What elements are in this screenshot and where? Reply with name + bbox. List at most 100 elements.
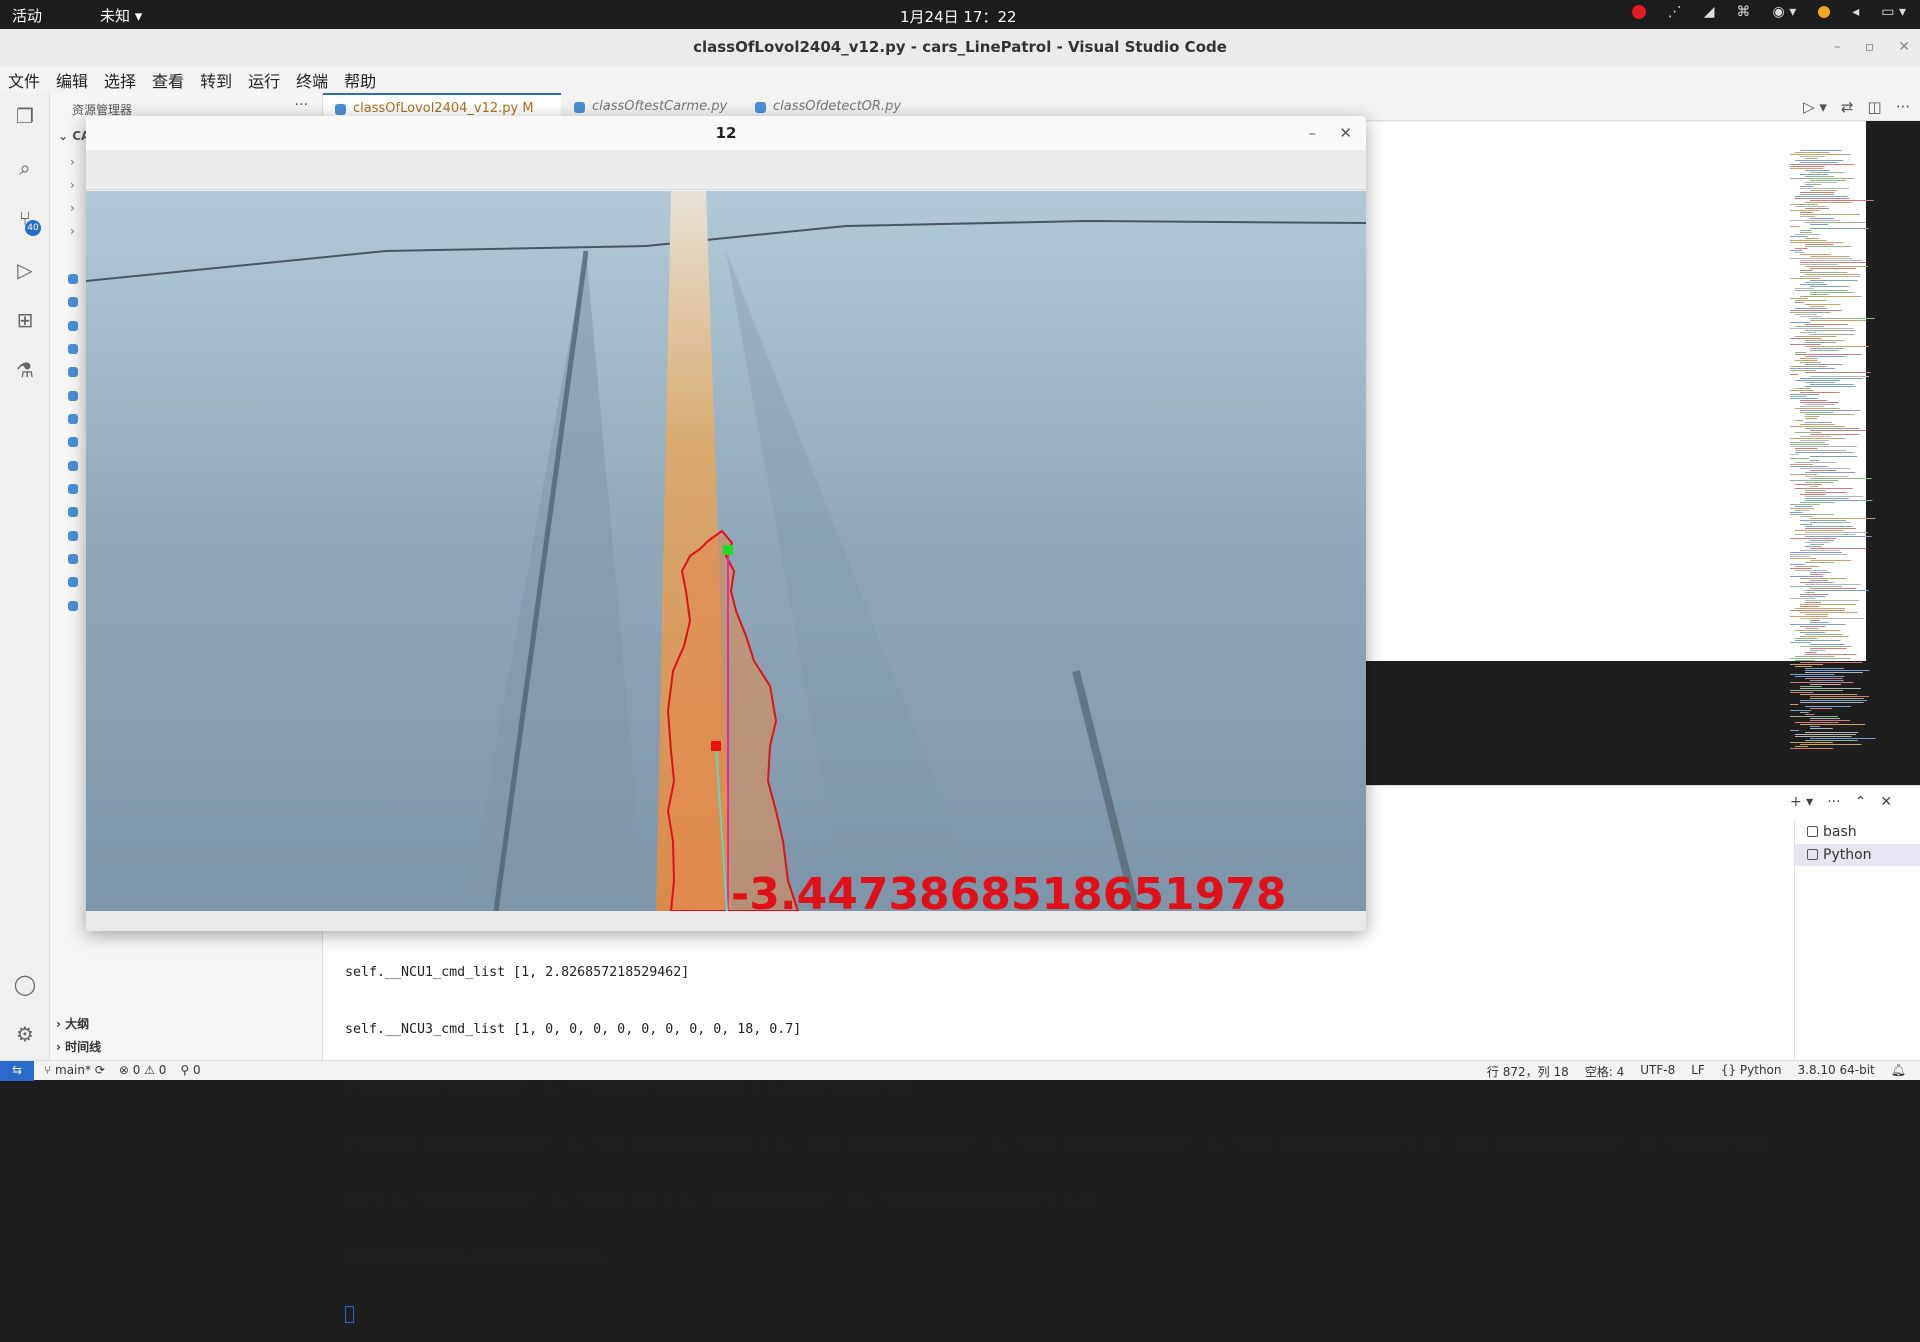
minimap-line — [1790, 624, 1846, 625]
minimap-line — [1790, 692, 1814, 693]
menu-terminal[interactable]: 终端 — [296, 68, 328, 92]
menu-file[interactable]: 文件 — [8, 68, 40, 92]
minimap-line — [1800, 502, 1835, 503]
more-actions-icon[interactable]: ··· — [1827, 794, 1840, 810]
tab-label: classOftestCarme.py — [592, 99, 728, 114]
minimap-line — [1800, 582, 1833, 583]
minimap-line — [1795, 408, 1840, 409]
python-file-icon[interactable] — [68, 367, 78, 377]
interpreter[interactable]: 3.8.10 64-bit — [1798, 1063, 1875, 1080]
system-tray[interactable]: ⋰ ◢ ⌘ ◉ ▾ ◂ ▭ ▾ — [1631, 4, 1906, 20]
language-mode[interactable]: {} Python — [1721, 1063, 1782, 1080]
encoding[interactable]: UTF-8 — [1640, 1063, 1675, 1080]
close-panel-icon[interactable]: ✕ — [1880, 794, 1892, 810]
explorer-icon[interactable]: ❐ — [12, 103, 38, 129]
alert-icon[interactable] — [1631, 5, 1646, 19]
python-file-icon[interactable] — [68, 577, 78, 587]
terminal-list: bash Python — [1794, 821, 1920, 1061]
cursor-position[interactable]: 行 872，列 18 — [1487, 1063, 1569, 1080]
account-icon[interactable]: ◯ — [12, 971, 38, 997]
minimap-line — [1795, 488, 1853, 489]
minimap-line — [1805, 490, 1826, 491]
minimize-icon[interactable]: – — [1309, 116, 1317, 150]
menu-help[interactable]: 帮助 — [344, 68, 376, 92]
python-file-icon[interactable] — [68, 344, 78, 354]
python-file-icon[interactable] — [68, 601, 78, 611]
minimap-line — [1800, 632, 1825, 633]
opencv-window-titlebar[interactable]: 12 – ✕ — [86, 116, 1366, 150]
app-menu[interactable]: 未知 ▾ — [100, 5, 142, 26]
search-icon[interactable]: ⌕ — [12, 155, 38, 181]
accessibility-icon[interactable]: ◉ ▾ — [1773, 4, 1797, 20]
keyboard-shortcut-icon[interactable]: ⌘ — [1737, 4, 1751, 20]
close-icon[interactable]: ✕ — [1339, 116, 1352, 150]
python-file-icon[interactable] — [68, 507, 78, 517]
maximize-icon[interactable]: ▫ — [1865, 29, 1875, 66]
opencv-window[interactable]: 12 – ✕ -3.4473868518651978 — [86, 116, 1366, 931]
branch-indicator[interactable]: ⑂ main* ⟳ — [44, 1063, 105, 1077]
extensions-icon[interactable]: ⊞ — [12, 307, 38, 333]
minimap-line — [1795, 388, 1811, 389]
timeline-section[interactable]: › 时间线 — [56, 1038, 101, 1055]
minimap[interactable] — [1790, 150, 1900, 770]
outline-section[interactable]: › 大纲 — [56, 1015, 89, 1032]
opencv-window-title: 12 — [715, 124, 737, 142]
close-icon[interactable]: ✕ — [1898, 29, 1910, 66]
folder-chevron-icon[interactable]: › — [70, 201, 75, 215]
compare-changes-icon[interactable]: ⇄ — [1841, 98, 1854, 116]
problems-indicator[interactable]: ⊗ 0 ⚠ 0 — [119, 1063, 167, 1077]
python-file-icon[interactable] — [68, 554, 78, 564]
more-actions-icon[interactable]: ··· — [1896, 98, 1910, 116]
terminal-output[interactable]: self.__NCU1_cmd_list [1, 2.8268572185294… — [345, 925, 1775, 1342]
python-file-icon[interactable] — [68, 274, 78, 284]
python-file-icon[interactable] — [68, 321, 78, 331]
python-file-icon[interactable] — [68, 531, 78, 541]
maximize-panel-icon[interactable]: ⌃ — [1855, 794, 1867, 810]
battery-icon[interactable]: ▭ ▾ — [1881, 4, 1906, 20]
window-title: classOfLovol2404_v12.py - cars_LinePatro… — [693, 38, 1227, 56]
end-of-line[interactable]: LF — [1691, 1063, 1705, 1080]
menu-edit[interactable]: 编辑 — [56, 68, 88, 92]
indentation[interactable]: 空格: 4 — [1585, 1063, 1625, 1080]
new-terminal-icon[interactable]: + ▾ — [1790, 794, 1813, 810]
terminal-session-bash[interactable]: bash — [1795, 821, 1920, 843]
language-label: Python — [1739, 1063, 1782, 1077]
terminal-session-python[interactable]: Python — [1795, 844, 1920, 866]
python-file-icon[interactable] — [68, 484, 78, 494]
python-file-icon[interactable] — [68, 461, 78, 471]
menu-run[interactable]: 运行 — [248, 68, 280, 92]
activities-button[interactable]: 活动 — [12, 5, 42, 26]
minimize-icon[interactable]: – — [1834, 29, 1841, 66]
run-debug-icon[interactable]: ▷ — [12, 257, 38, 283]
testing-icon[interactable]: ⚗ — [12, 357, 38, 383]
network-icon[interactable]: ◢ — [1704, 4, 1715, 20]
notifications-bell-icon[interactable]: 🔔︎ — [1891, 1063, 1906, 1080]
notification-dot-icon[interactable] — [1818, 6, 1831, 18]
folder-chevron-icon[interactable]: › — [70, 155, 75, 169]
minimap-line — [1800, 612, 1858, 613]
minimap-line — [1810, 518, 1876, 519]
folder-chevron-icon[interactable]: › — [70, 178, 75, 192]
remote-indicator-icon[interactable]: ⇆ — [0, 1061, 34, 1081]
python-file-icon[interactable] — [68, 437, 78, 447]
minimap-line — [1805, 238, 1819, 239]
python-file-icon[interactable] — [68, 414, 78, 424]
python-file-icon[interactable] — [68, 297, 78, 307]
minimap-line — [1805, 526, 1853, 527]
chart-icon[interactable]: ⋰ — [1668, 4, 1682, 20]
run-python-file-icon[interactable]: ▷ ▾ — [1803, 98, 1827, 116]
python-file-icon[interactable] — [68, 391, 78, 401]
terminal-line: chs': 0, 'ReDiffLockCmd': 0, 'Re4WD_Cmd'… — [345, 1193, 1098, 1208]
menu-go[interactable]: 转到 — [200, 68, 232, 92]
minimap-line — [1805, 492, 1847, 493]
minimap-line — [1800, 232, 1812, 233]
ports-indicator[interactable]: ⚲ 0 — [180, 1063, 200, 1077]
clock[interactable]: 1月24日 17：22 — [900, 6, 1017, 27]
split-editor-icon[interactable]: ◫ — [1868, 98, 1882, 116]
folder-chevron-icon[interactable]: › — [70, 224, 75, 238]
volume-icon[interactable]: ◂ — [1852, 4, 1859, 20]
settings-gear-icon[interactable]: ⚙ — [12, 1021, 38, 1047]
menu-view[interactable]: 查看 — [152, 68, 184, 92]
menu-selection[interactable]: 选择 — [104, 68, 136, 92]
more-actions-icon[interactable]: ··· — [295, 97, 308, 113]
